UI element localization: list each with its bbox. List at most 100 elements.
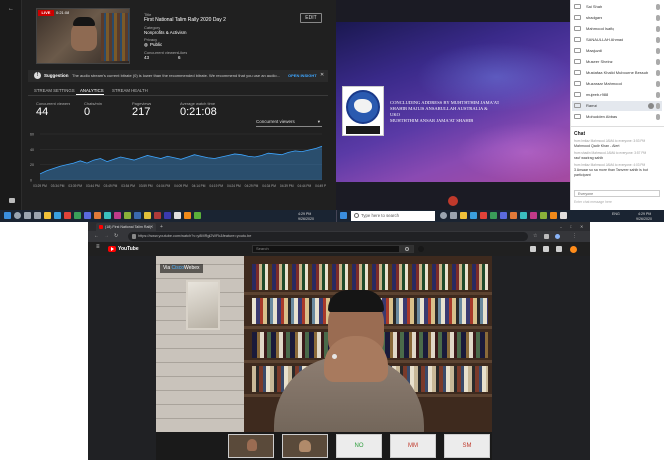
participant-video-tile[interactable]	[228, 434, 274, 458]
chrome-icon[interactable]	[64, 212, 71, 219]
participant-row[interactable]: Mahmood Isafiq	[572, 24, 662, 34]
back-arrow-icon[interactable]: ←	[8, 6, 14, 12]
app-icon[interactable]	[540, 212, 547, 219]
notifications-bell-icon[interactable]	[556, 246, 562, 252]
participant-row[interactable]: Mohudden Abbas	[572, 112, 662, 122]
tab-stream-settings[interactable]: STREAM SETTINGS	[34, 86, 75, 95]
chat-input[interactable]: Enter chat message here	[574, 200, 612, 204]
app-icon[interactable]	[114, 212, 121, 219]
participant-row[interactable]: Museer Sheinz	[572, 57, 662, 67]
clock-time[interactable]: 4:29 PM	[638, 212, 651, 216]
participant-row[interactable]: SANAULLAH Ahmad	[572, 35, 662, 45]
app-icon[interactable]	[490, 212, 497, 219]
clock-date[interactable]: 9/26/2020	[636, 217, 652, 221]
app-icon[interactable]	[154, 212, 161, 219]
app-icon[interactable]	[500, 212, 507, 219]
youtube-search-input[interactable]: Search	[252, 245, 400, 253]
file-explorer-icon[interactable]	[44, 212, 51, 219]
cortana-icon[interactable]	[440, 212, 447, 219]
app-icon[interactable]	[144, 212, 151, 219]
app-icon[interactable]	[194, 212, 201, 219]
profile-icon[interactable]	[555, 234, 560, 239]
menu-dots-icon[interactable]: ⋮	[572, 232, 577, 241]
clock-time[interactable]: 4:29 PM	[298, 212, 311, 216]
participant-row[interactable]: Sai Shah	[572, 2, 662, 12]
app-icon[interactable]	[94, 212, 101, 219]
open-insight-link[interactable]: OPEN INSIGHT	[288, 73, 317, 78]
tab-stream-health[interactable]: STREAM HEALTH	[112, 86, 148, 95]
back-icon[interactable]: ←	[94, 232, 99, 241]
mic-icon[interactable]	[656, 92, 660, 98]
new-tab-icon[interactable]: +	[160, 223, 163, 231]
close-icon[interactable]: ✕	[320, 72, 324, 78]
participant-tile[interactable]: MM	[390, 434, 436, 458]
mic-icon[interactable]	[656, 114, 660, 120]
mic-icon[interactable]	[656, 4, 660, 10]
forward-icon[interactable]: →	[104, 232, 109, 241]
minimize-icon[interactable]: –	[560, 223, 562, 231]
more-options-icon[interactable]	[648, 103, 654, 109]
app-icon[interactable]	[74, 212, 81, 219]
participant-tile[interactable]: NO	[336, 434, 382, 458]
address-bar[interactable]: https://www.youtube.com/watch?v=y8MRgl2W…	[128, 232, 528, 241]
app-icon[interactable]	[530, 212, 537, 219]
keyboard-language[interactable]: ENG	[612, 212, 620, 216]
stream-preview-thumbnail[interactable]	[36, 8, 130, 64]
mic-icon[interactable]	[656, 26, 660, 32]
mic-icon[interactable]	[656, 48, 660, 54]
participant-row[interactable]: Mustafaa Khalid Mubourne Bessub	[572, 68, 662, 78]
chrome-icon[interactable]	[480, 212, 487, 219]
app-icon[interactable]	[174, 212, 181, 219]
star-icon[interactable]: ☆	[533, 232, 537, 241]
maximize-icon[interactable]: □	[570, 223, 572, 231]
taskbar-search-input[interactable]: Type here to search	[351, 211, 435, 221]
edge-icon[interactable]	[54, 212, 61, 219]
extension-icon[interactable]	[544, 234, 549, 239]
app-icon[interactable]	[164, 212, 171, 219]
mic-icon[interactable]	[656, 37, 660, 43]
app-icon[interactable]	[520, 212, 527, 219]
mic-icon[interactable]	[656, 81, 660, 87]
clock-date[interactable]: 9/26/2020	[298, 217, 314, 221]
metric-dropdown[interactable]: Concurrent viewers ▾	[256, 118, 322, 127]
participant-row[interactable]: shadgars	[572, 13, 662, 23]
participant-row-selected[interactable]: Ramzi	[572, 101, 662, 111]
start-icon[interactable]	[4, 212, 11, 219]
youtube-search-button[interactable]	[400, 245, 414, 253]
webex-icon[interactable]	[550, 212, 557, 219]
participant-row[interactable]: Maajuzdi	[572, 46, 662, 56]
close-window-icon[interactable]: ✕	[580, 223, 583, 231]
hamburger-icon[interactable]: ≡	[96, 244, 100, 250]
reload-icon[interactable]: ↻	[114, 232, 118, 241]
edit-button[interactable]: EDIT	[300, 13, 322, 23]
apps-grid-icon[interactable]	[543, 246, 549, 252]
participant-tile[interactable]: SM	[444, 434, 490, 458]
app-icon[interactable]	[84, 212, 91, 219]
participant-video-tile[interactable]	[282, 434, 328, 458]
task-view-icon[interactable]	[24, 212, 31, 219]
video-player[interactable]	[156, 256, 492, 432]
mic-icon[interactable]	[656, 15, 660, 21]
app-icon[interactable]	[34, 212, 41, 219]
app-icon[interactable]	[560, 212, 567, 219]
mic-icon[interactable]	[656, 59, 660, 65]
app-icon[interactable]	[104, 212, 111, 219]
participant-row[interactable]: Muzaraar Mahmood	[572, 79, 662, 89]
youtube-logo-text[interactable]: YouTube	[118, 245, 139, 253]
record-button[interactable]	[448, 196, 458, 206]
app-icon[interactable]	[124, 212, 131, 219]
create-video-icon[interactable]	[530, 246, 536, 252]
start-icon[interactable]	[340, 212, 347, 219]
edge-icon[interactable]	[470, 212, 477, 219]
feedback-icon[interactable]	[9, 198, 15, 203]
search-icon[interactable]	[14, 212, 21, 219]
mic-icon[interactable]	[656, 70, 660, 76]
user-avatar[interactable]	[570, 246, 577, 253]
mic-icon[interactable]	[656, 103, 660, 109]
file-explorer-icon[interactable]	[460, 212, 467, 219]
chat-recipient-select[interactable]: Everyone	[574, 190, 660, 197]
close-tab-icon[interactable]: ✕	[150, 223, 153, 231]
participant-row[interactable]: mujeeb.r988	[572, 90, 662, 100]
task-view-icon[interactable]	[450, 212, 457, 219]
app-icon[interactable]	[510, 212, 517, 219]
